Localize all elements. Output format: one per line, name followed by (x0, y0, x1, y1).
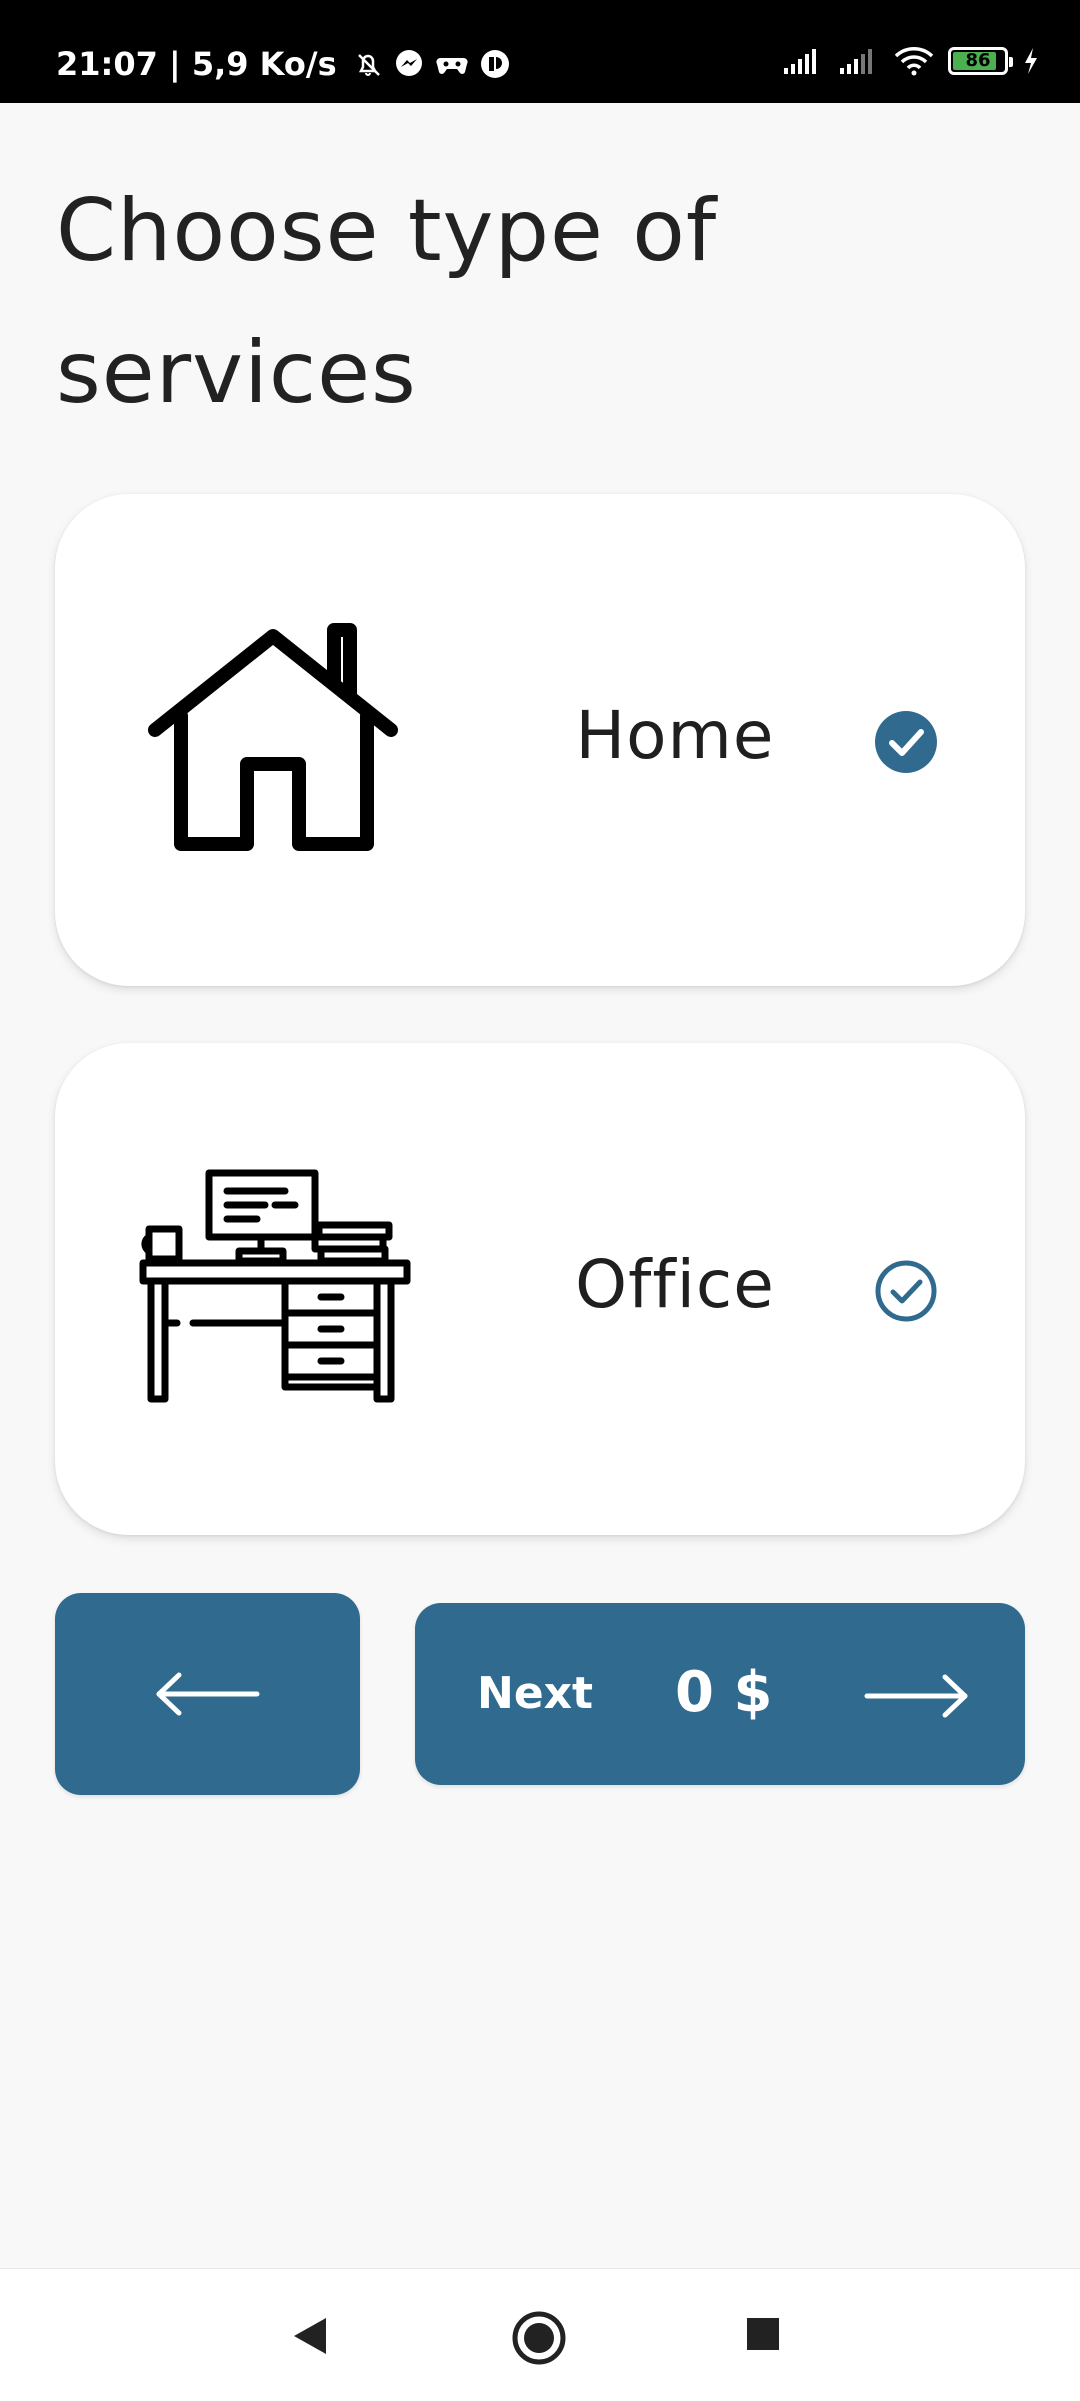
next-button[interactable]: Next 0 $ (415, 1603, 1025, 1785)
status-time-speed: 21:07 | 5,9 Ko/s (56, 45, 337, 83)
arrow-left-icon (156, 1672, 260, 1716)
next-label: Next (477, 1668, 594, 1719)
signal-icon-sim2 (840, 49, 872, 74)
office-desk-icon (139, 1169, 411, 1403)
service-card-office[interactable]: Office (55, 1043, 1025, 1535)
back-button[interactable] (55, 1593, 360, 1795)
battery-icon: 86 (948, 47, 1013, 75)
signal-icon-sim1 (784, 49, 816, 74)
wifi-icon (894, 47, 934, 76)
status-left: 21:07 | 5,9 Ko/s (56, 44, 511, 84)
service-card-home[interactable]: Home (55, 494, 1025, 986)
messenger-icon (395, 50, 422, 76)
service-label-office: Office (575, 1246, 775, 1323)
status-right: 86 (768, 46, 1040, 76)
nav-home-icon[interactable] (510, 2309, 568, 2367)
service-label-home: Home (575, 697, 775, 774)
game-controller-icon (436, 57, 468, 74)
check-circle-filled-icon[interactable] (873, 709, 939, 775)
house-icon (148, 623, 398, 851)
battery-level: 86 (965, 50, 991, 71)
nav-back-icon[interactable] (290, 2314, 330, 2358)
battery-tip (1009, 57, 1013, 67)
bell-muted-icon (357, 54, 380, 76)
notification-icons (343, 48, 511, 80)
charging-icon (1025, 48, 1037, 74)
app-notification-icon (480, 50, 509, 78)
page-title: Choose type of services (56, 181, 718, 423)
nav-recent-apps-icon[interactable] (745, 2316, 781, 2352)
total-price: 0 $ (675, 1660, 773, 1725)
system-nav-bar (0, 2268, 1080, 2401)
arrow-right-icon (864, 1674, 968, 1718)
status-bar: 21:07 | 5,9 Ko/s 86 (0, 0, 1080, 103)
check-circle-outline-icon[interactable] (873, 1258, 939, 1324)
